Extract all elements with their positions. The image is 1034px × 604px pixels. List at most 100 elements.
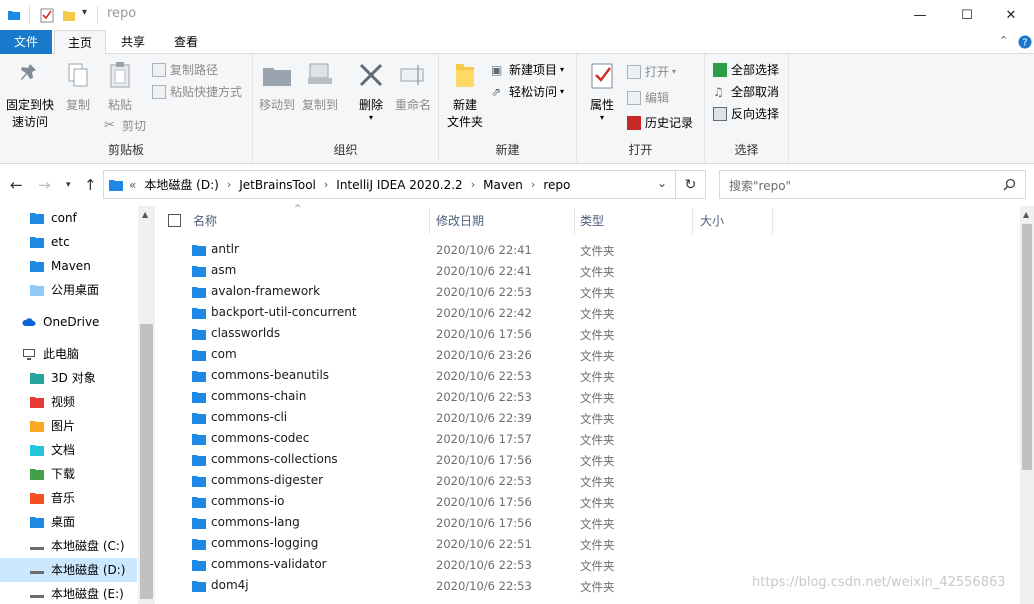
chevron-right-icon[interactable]: › [471, 178, 475, 191]
nav-item[interactable]: 视频 [0, 390, 137, 414]
file-row[interactable]: commons-beanutils 2020/10/6 22:53 文件夹 [156, 366, 776, 387]
scroll-up-icon[interactable]: ▲ [142, 210, 148, 219]
file-row[interactable]: commons-chain 2020/10/6 22:53 文件夹 [156, 387, 776, 408]
nav-item[interactable]: 音乐 [0, 486, 137, 510]
tab-view[interactable]: 查看 [160, 30, 212, 54]
help-icon[interactable]: ? [1018, 35, 1032, 49]
new-item-button[interactable]: ▣ 新建项目 ▾ [491, 60, 564, 80]
file-row[interactable]: commons-digester 2020/10/6 22:53 文件夹 [156, 471, 776, 492]
file-row[interactable]: backport-util-concurrent 2020/10/6 22:42 文… [156, 303, 776, 324]
edit-button[interactable]: 编辑 [627, 88, 669, 108]
breadcrumb-item-intellij[interactable]: IntelliJ IDEA 2020.2.2 [336, 178, 462, 192]
file-row[interactable]: avalon-framework 2020/10/6 22:53 文件夹 [156, 282, 776, 303]
file-row[interactable]: com 2020/10/6 23:26 文件夹 [156, 345, 776, 366]
open-button[interactable]: 打开 ▾ [627, 62, 676, 82]
nav-item[interactable]: 文档 [0, 438, 137, 462]
file-row[interactable]: commons-io 2020/10/6 17:56 文件夹 [156, 492, 776, 513]
nav-item[interactable]: 桌面 [0, 510, 137, 534]
file-row[interactable]: commons-validator 2020/10/6 22:53 文件夹 [156, 555, 776, 576]
delete-dropdown-icon[interactable]: ▾ [353, 114, 389, 122]
tab-home[interactable]: 主页 [54, 30, 106, 55]
nav-item[interactable]: etc [0, 230, 137, 254]
copy-path-button[interactable]: 复制路径 [152, 60, 218, 80]
nav-item[interactable]: 本地磁盘 (E:) [0, 582, 137, 604]
recent-locations-icon[interactable]: ▾ [66, 180, 71, 190]
paste-shortcut-button[interactable]: 粘贴快捷方式 [152, 82, 242, 102]
breadcrumb-item-jetbrainstool[interactable]: JetBrainsTool [239, 178, 316, 192]
copy-to-button[interactable]: 复制到 [300, 60, 340, 114]
select-none-button[interactable]: ♫ 全部取消 [713, 82, 779, 102]
history-button[interactable]: 历史记录 [627, 113, 693, 133]
file-row[interactable]: asm 2020/10/6 22:41 文件夹 [156, 261, 776, 282]
nav-item[interactable]: OneDrive [0, 310, 137, 334]
nav-scrollbar[interactable]: ▲ [138, 206, 155, 604]
forward-arrow-icon[interactable]: → [38, 176, 51, 194]
paste-button[interactable]: 粘贴 [100, 60, 140, 114]
properties-quick-icon[interactable] [40, 7, 54, 23]
new-folder-quick-icon[interactable] [62, 7, 76, 23]
column-header-modified[interactable]: 修改日期 [436, 206, 576, 234]
chevron-right-icon[interactable]: › [531, 178, 535, 191]
nav-item[interactable]: 本地磁盘 (C:) [0, 534, 137, 558]
minimize-button-real[interactable]: — [897, 0, 943, 30]
move-to-button[interactable]: 移动到 [259, 60, 295, 114]
nav-item[interactable]: Maven [0, 254, 137, 278]
column-divider[interactable] [574, 208, 575, 234]
file-row[interactable]: commons-lang 2020/10/6 17:56 文件夹 [156, 513, 776, 534]
scroll-up-icon[interactable]: ▲ [1023, 210, 1029, 219]
breadcrumb-item-repo[interactable]: repo [543, 178, 570, 192]
chevron-right-icon[interactable]: › [324, 178, 328, 191]
breadcrumb-item-maven[interactable]: Maven [483, 178, 523, 192]
select-all-checkbox[interactable] [168, 213, 181, 227]
copy-button[interactable]: 复制 [58, 60, 98, 114]
select-all-button[interactable]: 全部选择 [713, 60, 779, 80]
refresh-button[interactable]: ↻ [676, 170, 706, 199]
customize-quick-access-icon[interactable]: ▾ [82, 7, 87, 18]
nav-item[interactable]: 公用桌面 [0, 278, 137, 302]
chevron-right-icon[interactable]: › [227, 178, 231, 191]
breadcrumb-overflow[interactable]: « [129, 178, 136, 192]
file-row[interactable]: commons-collections 2020/10/6 17:56 文件夹 [156, 450, 776, 471]
file-row[interactable]: classworlds 2020/10/6 17:56 文件夹 [156, 324, 776, 345]
address-history-dropdown-icon[interactable]: ⌄ [657, 176, 667, 190]
nav-item[interactable]: conf [0, 206, 137, 230]
collapse-ribbon-icon[interactable]: ⌃ [999, 34, 1008, 47]
column-header-name[interactable]: 名称 [168, 206, 418, 234]
rename-button[interactable]: 重命名 [392, 60, 434, 114]
nav-item[interactable]: 此电脑 [0, 342, 137, 366]
file-list-scrollbar-thumb[interactable] [1022, 224, 1032, 470]
delete-button[interactable]: 删除 ▾ [353, 60, 389, 122]
column-divider[interactable] [692, 208, 693, 234]
invert-selection-button[interactable]: 反向选择 [713, 104, 779, 124]
file-row[interactable]: dom4j 2020/10/6 22:53 文件夹 [156, 576, 776, 597]
tab-share[interactable]: 共享 [108, 30, 158, 54]
column-divider[interactable] [772, 208, 773, 234]
properties-dropdown-icon[interactable]: ▾ [585, 114, 619, 122]
file-row[interactable]: antlr 2020/10/6 22:41 文件夹 [156, 240, 776, 261]
tab-file[interactable]: 文件 [0, 30, 52, 54]
easy-access-button[interactable]: ⇗ 轻松访问 ▾ [491, 82, 564, 102]
breadcrumb-item-drive-d[interactable]: 本地磁盘 (D:) [144, 176, 218, 193]
nav-item[interactable]: 下载 [0, 462, 137, 486]
file-row[interactable]: commons-logging 2020/10/6 22:51 文件夹 [156, 534, 776, 555]
back-arrow-icon[interactable]: ← [10, 176, 23, 194]
address-bar[interactable]: « 本地磁盘 (D:) › JetBrainsTool › IntelliJ I… [103, 170, 676, 199]
nav-item[interactable]: 图片 [0, 414, 137, 438]
nav-scrollbar-thumb[interactable] [140, 324, 153, 599]
column-header-size[interactable]: 大小 [700, 206, 770, 234]
nav-item[interactable]: 本地磁盘 (D:) [0, 558, 137, 582]
properties-button[interactable]: 属性 ▾ [585, 60, 619, 122]
pin-quick-access-button[interactable]: 固定到快 速访问 [4, 60, 56, 131]
nav-item[interactable]: 3D 对象 [0, 366, 137, 390]
close-button[interactable]: ✕ [988, 0, 1034, 30]
search-box[interactable]: 搜索"repo" [719, 170, 1026, 199]
maximize-button[interactable]: ☐ [944, 0, 990, 30]
column-divider[interactable] [429, 208, 430, 234]
file-row[interactable]: commons-codec 2020/10/6 17:57 文件夹 [156, 429, 776, 450]
up-arrow-icon[interactable]: ↑ [84, 176, 97, 194]
search-icon[interactable] [1003, 178, 1016, 191]
file-row[interactable]: commons-cli 2020/10/6 22:39 文件夹 [156, 408, 776, 429]
file-list-scrollbar[interactable]: ▲ [1020, 206, 1034, 604]
cut-button[interactable]: ✂ 剪切 [104, 116, 146, 136]
new-folder-button[interactable]: 新建 文件夹 [445, 60, 485, 131]
